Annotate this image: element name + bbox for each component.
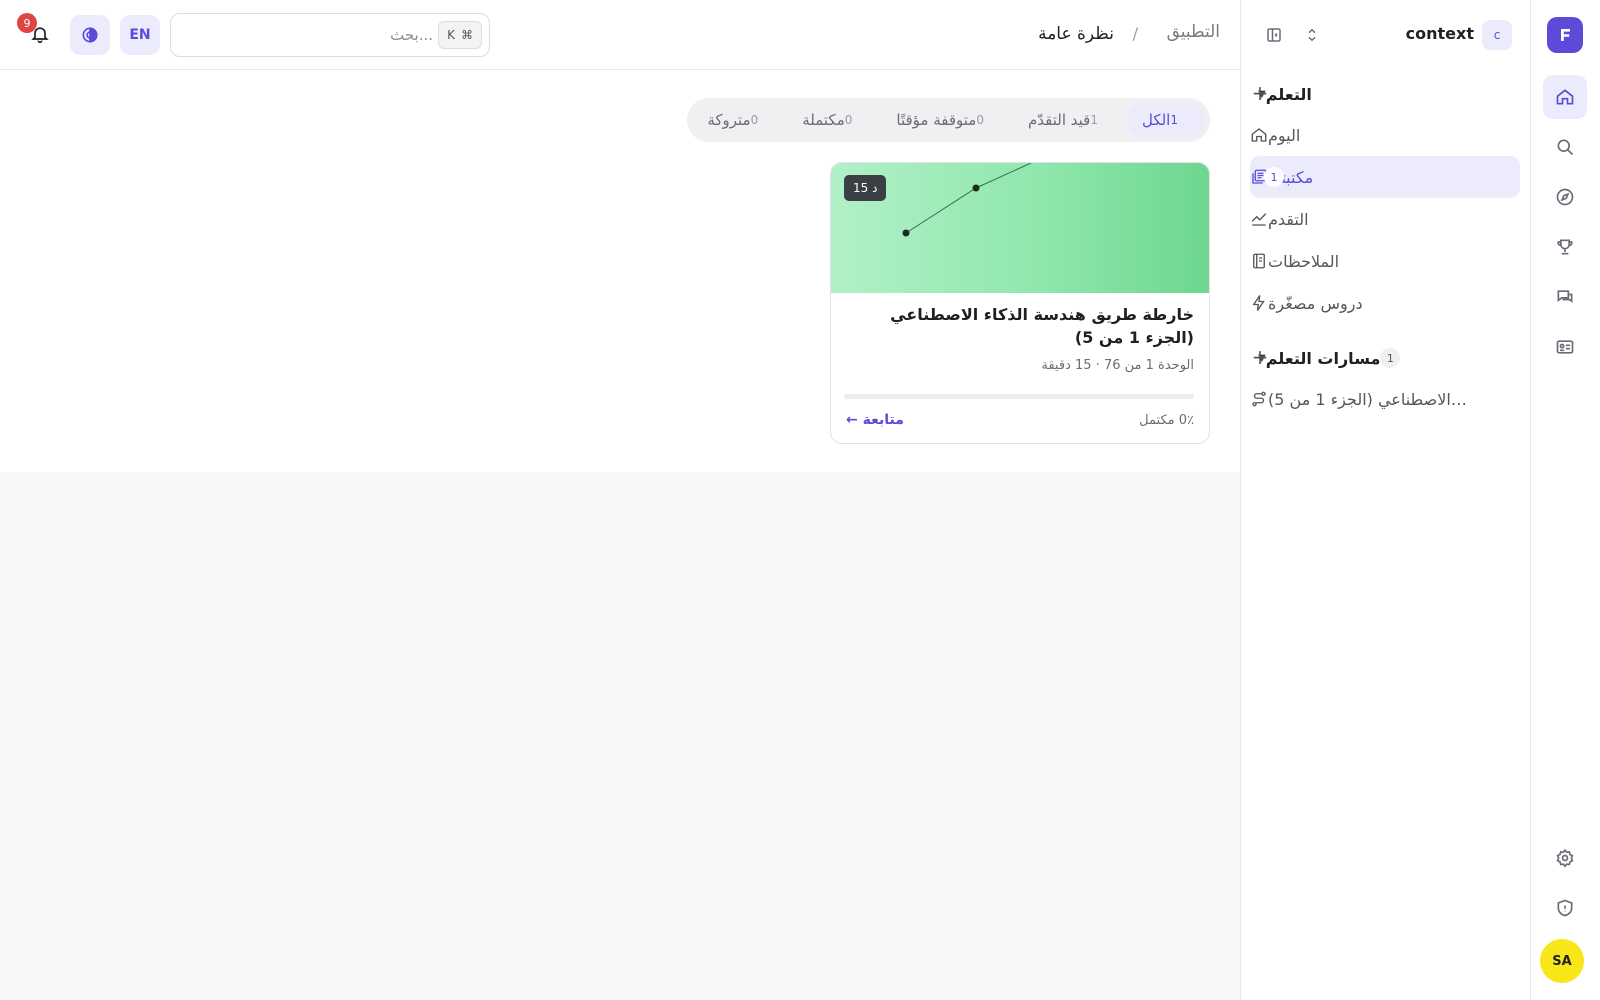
tab-label: مكتملة: [802, 111, 845, 129]
rail-search-button[interactable]: [1543, 125, 1587, 169]
workspace-switch-button[interactable]: [1302, 25, 1322, 45]
rail-privacy-button[interactable]: [1543, 886, 1587, 930]
sidebar-item-label: الملاحظات: [1268, 251, 1340, 271]
duration-badge: 15 د: [844, 175, 887, 201]
route-icon: [1250, 390, 1268, 408]
tab-count: 0: [844, 113, 853, 127]
chevron-up-down-icon: [1303, 26, 1321, 44]
rail-settings-button[interactable]: [1543, 836, 1587, 880]
bolt-icon: [1250, 294, 1268, 312]
tab-label: الكل: [1141, 111, 1171, 129]
language-toggle-button[interactable]: EN: [120, 15, 160, 55]
breadcrumb-root[interactable]: التطبيق: [1167, 22, 1220, 42]
shield-icon: [1555, 898, 1575, 918]
course-thumbnail: 15 د: [831, 163, 1209, 293]
sidebar-path-item[interactable]: خارطة طريق هندسة الذكاء الاصطناعي (الجزء…: [1250, 378, 1520, 420]
breadcrumb-current: نظرة عامة: [1038, 24, 1114, 44]
paths-section-title: مسارات التعلم: [1265, 348, 1381, 368]
tab-abandoned[interactable]: متروكة 0: [691, 102, 786, 138]
theme-toggle-button[interactable]: [70, 15, 110, 55]
chat-icon: [1555, 287, 1575, 307]
learning-add-button[interactable]: +: [1250, 81, 1270, 105]
tab-count: 1: [1170, 113, 1178, 127]
rail-chat-button[interactable]: [1543, 275, 1587, 319]
collapse-sidebar-button[interactable]: [1264, 25, 1284, 45]
continue-button[interactable]: متابعة ←: [846, 412, 904, 428]
workspace-initial[interactable]: c: [1482, 20, 1512, 50]
course-meta: الوحدة 1 من 76 · 15 دقيقة: [1041, 358, 1194, 373]
chart-icon: [1250, 210, 1268, 228]
search-input[interactable]: بحث... K ⌘: [170, 13, 490, 57]
notification-count-badge: 9: [17, 13, 37, 33]
search-placeholder: بحث...: [390, 26, 433, 44]
plus-icon: +: [1251, 81, 1269, 105]
sidebar-item-label: التقدم: [1268, 209, 1309, 229]
main-content: الكل 1 قيد التقدّم 1 متوقفة مؤقتًا 0 مكت…: [0, 70, 1240, 472]
sidebar-item-label: اليوم: [1268, 125, 1301, 145]
command-icon: ⌘: [460, 28, 473, 42]
rail-achievements-button[interactable]: [1543, 225, 1587, 269]
tab-paused[interactable]: متوقفة مؤقتًا 0: [880, 102, 1012, 138]
notebook-icon: [1250, 252, 1268, 270]
thumbnail-graphic: [902, 163, 1032, 237]
icon-rail: SA: [1530, 0, 1600, 1000]
sidebar: c context ▼ التعلم + اليوم مكتبتي 1 التق…: [1240, 0, 1530, 1000]
sidebar-item-label: خارطة طريق هندسة الذكاء الاصطناعي (الجزء…: [1268, 389, 1468, 409]
progress-label: 0٪ مكتمل: [1139, 413, 1194, 428]
app-logo[interactable]: [1547, 17, 1583, 53]
rail-explore-button[interactable]: [1543, 175, 1587, 219]
library-count-badge: 1: [1264, 167, 1284, 187]
sidebar-item-micro-lessons[interactable]: دروس مصغّرة: [1250, 282, 1520, 324]
sidebar-item-library[interactable]: مكتبتي 1: [1250, 156, 1520, 198]
home-icon: [1555, 87, 1575, 107]
home-icon: [1250, 126, 1268, 144]
tab-count: 0: [750, 113, 759, 127]
tab-count: 1: [1090, 113, 1098, 127]
tab-completed[interactable]: مكتملة 0: [786, 102, 880, 138]
learning-section-header[interactable]: ▼ التعلم +: [1250, 80, 1512, 108]
compass-icon: [1555, 187, 1575, 207]
rail-home-button[interactable]: [1543, 75, 1587, 119]
rail-profile-button[interactable]: [1543, 325, 1587, 369]
sidebar-toggle-icon: [1265, 26, 1283, 44]
tab-all[interactable]: الكل 1: [1125, 102, 1206, 138]
command-key: K: [447, 28, 455, 42]
contrast-icon: [80, 25, 100, 45]
tab-label: متروكة: [707, 111, 751, 129]
plus-icon: +: [1251, 345, 1269, 369]
paths-count-badge: 1: [1380, 348, 1401, 368]
learning-section-title: التعلم: [1265, 84, 1312, 104]
paths-section-header[interactable]: ▼ مسارات التعلم 1 +: [1250, 344, 1512, 372]
id-card-icon: [1555, 337, 1575, 357]
sidebar-item-today[interactable]: اليوم: [1250, 114, 1520, 156]
sidebar-item-notes[interactable]: الملاحظات: [1250, 240, 1520, 282]
course-card[interactable]: 15 د خارطة طريق هندسة الذكاء الاصطناعي (…: [830, 162, 1210, 444]
search-shortcut: K ⌘: [438, 21, 482, 49]
tab-count: 0: [976, 113, 984, 127]
status-filter-tabs: الكل 1 قيد التقدّم 1 متوقفة مؤقتًا 0 مكت…: [687, 98, 1210, 142]
paths-add-button[interactable]: +: [1250, 345, 1270, 369]
tab-label: قيد التقدّم: [1027, 111, 1091, 129]
course-title: خارطة طريق هندسة الذكاء الاصطناعي (الجزء…: [890, 305, 1194, 347]
app-logo-icon: [1555, 25, 1575, 45]
gear-icon: [1555, 848, 1575, 868]
search-icon: [1555, 137, 1575, 157]
sidebar-item-label: دروس مصغّرة: [1268, 293, 1363, 313]
sidebar-item-progress[interactable]: التقدم: [1250, 198, 1520, 240]
tab-in-progress[interactable]: قيد التقدّم 1: [1012, 102, 1126, 138]
workspace-name[interactable]: context: [1406, 24, 1474, 43]
progress-bar: [844, 394, 1194, 399]
top-bar: التطبيق / نظرة عامة بحث... K ⌘ EN 9: [0, 0, 1240, 70]
tab-label: متوقفة مؤقتًا: [896, 111, 977, 129]
user-avatar[interactable]: SA: [1540, 939, 1584, 983]
breadcrumb-separator: /: [1132, 24, 1138, 43]
trophy-icon: [1555, 237, 1575, 257]
